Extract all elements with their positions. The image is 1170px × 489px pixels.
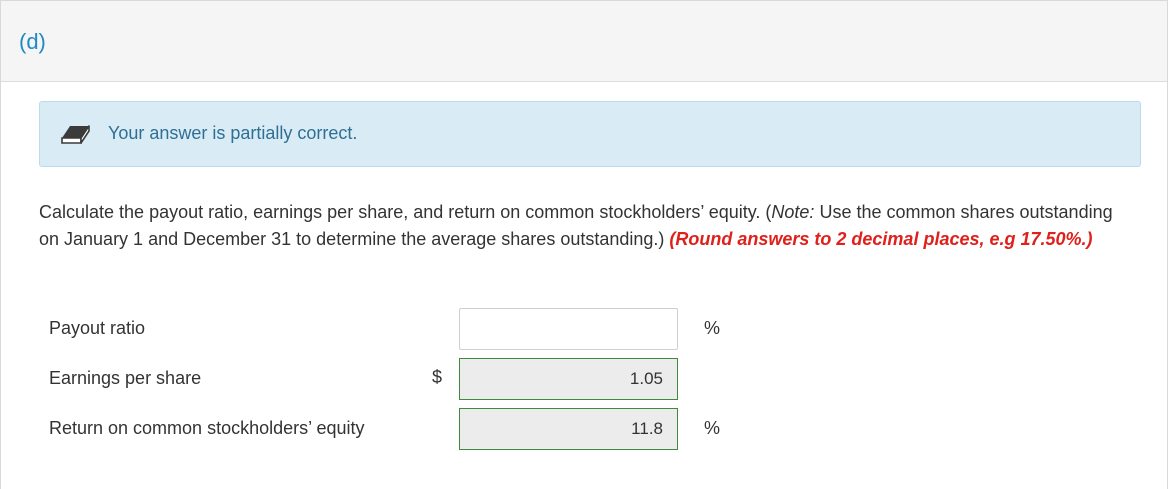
return-on-equity-input[interactable] [459, 408, 678, 450]
instructions-main: Calculate the payout ratio, earnings per… [39, 202, 772, 222]
part-label: (d) [19, 29, 46, 54]
question-panel: (d) Your answer is partially correct. Ca… [0, 0, 1168, 489]
payout-ratio-unit: % [704, 318, 721, 338]
eraser-icon [60, 124, 90, 146]
part-header: (d) [1, 1, 1167, 82]
question-instructions: Calculate the payout ratio, earnings per… [39, 199, 1131, 253]
feedback-banner: Your answer is partially correct. [39, 101, 1141, 167]
payout-ratio-label: Payout ratio [49, 318, 146, 338]
note-label: Note: [771, 202, 815, 222]
earnings-per-share-label: Earnings per share [49, 368, 202, 388]
payout-ratio-input[interactable] [459, 308, 678, 350]
dollar-sign: $ [432, 367, 443, 387]
feedback-message: Your answer is partially correct. [108, 123, 358, 143]
return-on-equity-label: Return on common stockholders’ equity [49, 418, 365, 438]
return-on-equity-unit: % [704, 418, 721, 438]
earnings-per-share-input[interactable] [459, 358, 678, 400]
rounding-note: (Round answers to 2 decimal places, e.g … [669, 229, 1093, 249]
